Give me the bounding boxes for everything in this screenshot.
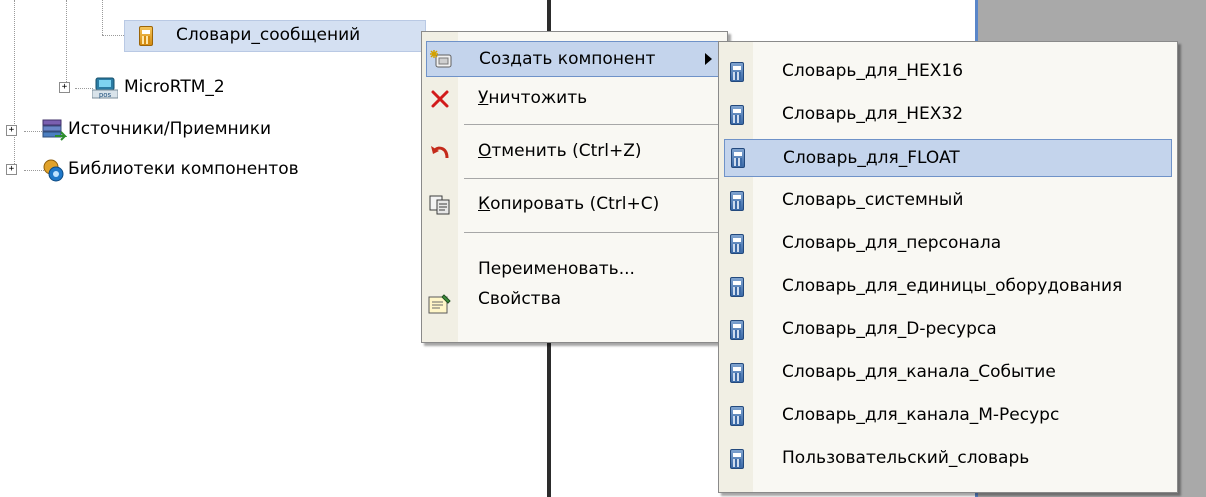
menu-item-label: Отменить (Ctrl+Z) <box>478 141 642 161</box>
tree-line <box>66 0 67 88</box>
svg-text:pos: pos <box>99 91 112 99</box>
message-dictionary-icon <box>139 26 153 46</box>
menu-item-label: Словарь_для_D-ресурса <box>782 319 997 339</box>
submenu-item-dict-hex32[interactable]: Словарь_для_HEX32 <box>719 97 1177 133</box>
dictionary-icon <box>730 234 744 254</box>
undo-icon <box>429 142 451 162</box>
submenu-item-dict-personnel[interactable]: Словарь_для_персонала <box>719 226 1177 262</box>
tree-item-label[interactable]: Библиотеки компонентов <box>68 159 299 179</box>
menu-item-delete[interactable]: Уничтожить <box>422 81 727 117</box>
menu-item-rename[interactable]: Переименовать... <box>422 257 727 287</box>
tree-line <box>102 35 124 36</box>
submenu-item-dict-hex16[interactable]: Словарь_для_HEX16 <box>719 54 1177 90</box>
context-menu: Создать компонент Уничтожить Отменить (C… <box>421 31 728 343</box>
expand-icon[interactable]: + <box>6 125 17 136</box>
dictionary-icon <box>730 62 744 82</box>
menu-item-label: Словарь_системный <box>782 190 964 210</box>
tree-line <box>75 88 93 89</box>
dictionary-icon <box>730 363 744 383</box>
dictionary-icon <box>730 277 744 297</box>
menu-item-label: Словарь_для_FLOAT <box>783 148 960 168</box>
expand-icon[interactable]: + <box>59 82 70 93</box>
tree-item-label[interactable]: Источники/Приемники <box>68 119 271 139</box>
expand-icon[interactable]: + <box>6 164 17 175</box>
create-component-icon <box>429 49 453 71</box>
menu-item-label: Словарь_для_HEX32 <box>782 104 964 124</box>
submenu-arrow-icon <box>705 53 712 65</box>
component-libraries-icon <box>41 158 67 184</box>
menu-item-undo[interactable]: Отменить (Ctrl+Z) <box>422 134 727 170</box>
menu-item-label: Свойства <box>478 289 562 309</box>
menu-item-properties[interactable]: Свойства <box>422 287 727 323</box>
dictionary-icon <box>730 406 744 426</box>
submenu-create-component: Словарь_для_HEX16 Словарь_для_HEX32 Слов… <box>718 41 1178 493</box>
submenu-item-dict-equipment[interactable]: Словарь_для_единицы_оборудования <box>719 269 1177 305</box>
dictionary-icon <box>730 191 744 211</box>
submenu-item-user-dictionary[interactable]: Пользовательский_словарь <box>719 441 1177 477</box>
menu-separator <box>464 232 723 233</box>
menu-item-label: Пользовательский_словарь <box>782 448 1030 468</box>
sources-receivers-icon <box>41 118 68 142</box>
menu-item-label: Уничтожить <box>478 88 588 108</box>
menu-item-label: Словарь_для_единицы_оборудования <box>782 276 1123 296</box>
menu-separator <box>464 124 723 125</box>
tree-item-label: Словари_сообщений <box>176 25 361 45</box>
submenu-item-dict-system[interactable]: Словарь_системный <box>719 183 1177 219</box>
dictionary-icon <box>730 449 744 469</box>
tree-item-label[interactable]: MicroRTM_2 <box>124 77 225 97</box>
menu-item-create-component[interactable]: Создать компонент <box>426 41 723 77</box>
menu-item-label: Создать компонент <box>479 49 656 69</box>
micrortm-icon: pos <box>91 76 119 100</box>
tree-line <box>102 0 103 35</box>
menu-item-label: Словарь_для_персонала <box>782 233 1002 253</box>
menu-item-label: Словарь_для_канала_Событие <box>782 362 1056 382</box>
tree-line <box>14 0 15 170</box>
menu-item-label: Переименовать... <box>478 259 635 279</box>
menu-item-label: Словарь_для_канала_М-Ресурс <box>782 405 1060 425</box>
menu-item-label: Копировать (Ctrl+C) <box>478 194 660 214</box>
delete-icon <box>430 89 450 109</box>
submenu-item-dict-channel-m-resource[interactable]: Словарь_для_канала_М-Ресурс <box>719 398 1177 434</box>
menu-item-label: Словарь_для_HEX16 <box>782 61 964 81</box>
submenu-item-dict-channel-event[interactable]: Словарь_для_канала_Событие <box>719 355 1177 391</box>
submenu-item-dict-float[interactable]: Словарь_для_FLOAT <box>724 139 1172 177</box>
dictionary-icon <box>730 320 744 340</box>
submenu-item-dict-d-resource[interactable]: Словарь_для_D-ресурса <box>719 312 1177 348</box>
menu-item-copy[interactable]: Копировать (Ctrl+C) <box>422 187 727 223</box>
properties-icon <box>428 293 452 315</box>
dictionary-icon <box>731 148 745 168</box>
copy-icon <box>429 195 451 215</box>
dictionary-icon <box>730 105 744 125</box>
menu-separator <box>464 178 723 179</box>
